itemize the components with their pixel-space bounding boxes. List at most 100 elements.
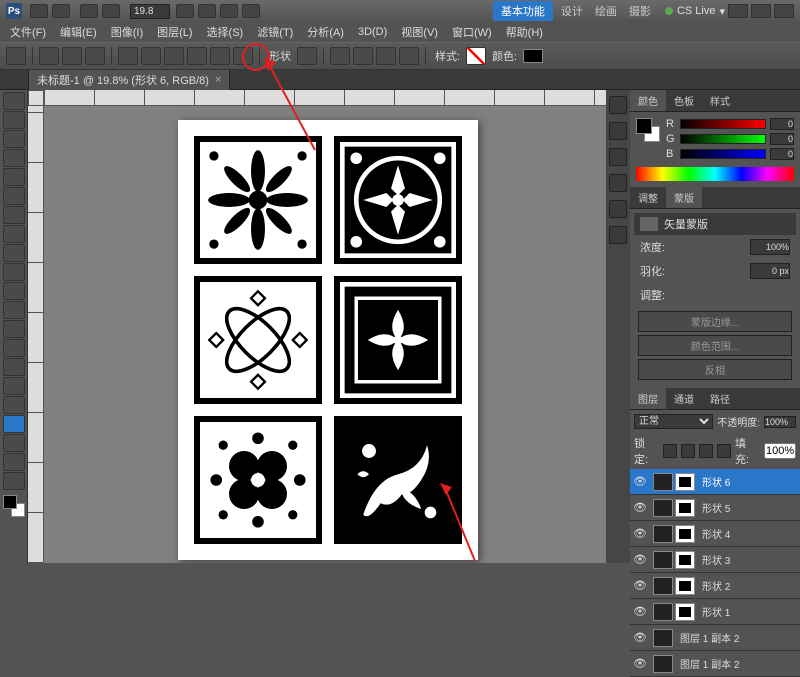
menu-image[interactable]: 图像(I) xyxy=(105,22,149,42)
polygon-icon[interactable] xyxy=(187,47,207,65)
feather-input[interactable] xyxy=(750,263,790,279)
shape-picker[interactable] xyxy=(297,47,317,65)
hand-tool[interactable] xyxy=(3,453,25,471)
rotate-icon[interactable] xyxy=(198,4,216,18)
fill-input[interactable] xyxy=(764,443,796,459)
tool-preset-icon[interactable] xyxy=(6,47,26,65)
visibility-icon[interactable]: 👁 xyxy=(630,501,650,514)
rect-icon[interactable] xyxy=(118,47,138,65)
lock-all-icon[interactable] xyxy=(717,444,731,458)
visibility-icon[interactable]: 👁 xyxy=(630,657,650,670)
layer-thumb[interactable] xyxy=(653,629,673,647)
menu-view[interactable]: 视图(V) xyxy=(395,22,444,42)
combine-add-icon[interactable] xyxy=(330,47,350,65)
marquee-tool[interactable] xyxy=(3,111,25,129)
color-range-button[interactable]: 颜色范围... xyxy=(638,335,792,356)
menu-help[interactable]: 帮助(H) xyxy=(500,22,549,42)
layer-row[interactable]: 👁图层 1 副本 2 xyxy=(630,651,800,677)
fill-pixels-icon[interactable] xyxy=(85,47,105,65)
blur-tool[interactable] xyxy=(3,320,25,338)
mask-tab[interactable]: 蒙版 xyxy=(666,187,702,208)
styles-tab[interactable]: 样式 xyxy=(702,90,738,111)
combine-exclude-icon[interactable] xyxy=(399,47,419,65)
spectrum-bar[interactable] xyxy=(636,167,794,181)
shape-tool[interactable] xyxy=(3,415,25,433)
workspace-tab[interactable]: 摄影 xyxy=(623,1,657,21)
mask-edge-button[interactable]: 蒙版边缘... xyxy=(638,311,792,332)
brush-tool[interactable] xyxy=(3,225,25,243)
lasso-tool[interactable] xyxy=(3,130,25,148)
layer-row[interactable]: 👁形状 6 xyxy=(630,469,800,495)
style-picker[interactable] xyxy=(466,47,486,65)
menu-layer[interactable]: 图层(L) xyxy=(151,22,198,42)
layer-thumb[interactable] xyxy=(653,577,673,595)
minimize-button[interactable] xyxy=(728,4,748,18)
color-panel-swatches[interactable] xyxy=(636,118,660,142)
arrange-icon[interactable] xyxy=(220,4,238,18)
combine-intersect-icon[interactable] xyxy=(376,47,396,65)
adjust-tab[interactable]: 调整 xyxy=(630,187,666,208)
history-brush-tool[interactable] xyxy=(3,263,25,281)
r-input[interactable] xyxy=(770,118,794,130)
visibility-icon[interactable]: 👁 xyxy=(630,475,650,488)
line-icon[interactable] xyxy=(210,47,230,65)
menu-file[interactable]: 文件(F) xyxy=(4,22,52,42)
shape-layers-icon[interactable] xyxy=(39,47,59,65)
visibility-icon[interactable]: 👁 xyxy=(630,605,650,618)
blend-mode-select[interactable]: 正常 xyxy=(634,414,713,429)
actions-panel-icon[interactable] xyxy=(609,122,627,140)
lock-pos-icon[interactable] xyxy=(699,444,713,458)
3d-tool[interactable] xyxy=(3,434,25,452)
heal-tool[interactable] xyxy=(3,206,25,224)
r-slider[interactable] xyxy=(680,119,766,129)
close-button[interactable] xyxy=(774,4,794,18)
g-input[interactable] xyxy=(770,133,794,145)
invert-button[interactable]: 反相 xyxy=(638,359,792,380)
layer-row[interactable]: 👁形状 4 xyxy=(630,521,800,547)
fg-color[interactable] xyxy=(3,495,17,509)
clone-panel-icon[interactable] xyxy=(609,174,627,192)
workspace-tab[interactable]: 绘画 xyxy=(589,1,623,21)
document-tab[interactable]: 未标题-1 @ 19.8% (形状 6, RGB/8) × xyxy=(28,69,230,90)
eyedropper-tool[interactable] xyxy=(3,187,25,205)
layer-thumb[interactable] xyxy=(653,473,673,491)
workspace-active[interactable]: 基本功能 xyxy=(493,1,553,21)
layer-thumb[interactable] xyxy=(653,499,673,517)
history-panel-icon[interactable] xyxy=(609,96,627,114)
menu-filter[interactable]: 滤镜(T) xyxy=(251,22,299,42)
stamp-tool[interactable] xyxy=(3,244,25,262)
layer-row[interactable]: 👁形状 1 xyxy=(630,599,800,625)
type-tool[interactable] xyxy=(3,377,25,395)
screen-icon[interactable] xyxy=(242,4,260,18)
document-canvas[interactable] xyxy=(178,120,478,560)
color-tab[interactable]: 颜色 xyxy=(630,90,666,111)
layers-list[interactable]: 👁形状 6👁形状 5👁形状 4👁形状 3👁形状 2👁形状 1👁图层 1 副本 2… xyxy=(630,469,800,677)
zoom-tool[interactable] xyxy=(3,472,25,490)
canvas-area[interactable] xyxy=(28,90,630,563)
layer-mask-thumb[interactable] xyxy=(675,525,695,543)
menu-edit[interactable]: 编辑(E) xyxy=(54,22,103,42)
bridge-icon[interactable] xyxy=(30,4,48,18)
paths-icon[interactable] xyxy=(62,47,82,65)
menu-analysis[interactable]: 分析(A) xyxy=(301,22,350,42)
maximize-button[interactable] xyxy=(751,4,771,18)
para-panel-icon[interactable] xyxy=(609,226,627,244)
layers-tab[interactable]: 图层 xyxy=(630,388,666,409)
layer-row[interactable]: 👁形状 3 xyxy=(630,547,800,573)
color-swatches[interactable] xyxy=(3,495,25,517)
crop-tool[interactable] xyxy=(3,168,25,186)
layer-thumb[interactable] xyxy=(653,655,673,673)
visibility-icon[interactable]: 👁 xyxy=(630,553,650,566)
minibridge-icon[interactable] xyxy=(52,4,70,18)
swatches-tab[interactable]: 色板 xyxy=(666,90,702,111)
extras-icon[interactable] xyxy=(80,4,98,18)
dodge-tool[interactable] xyxy=(3,339,25,357)
hand-icon[interactable] xyxy=(176,4,194,18)
move-tool[interactable] xyxy=(3,92,25,110)
gradient-tool[interactable] xyxy=(3,301,25,319)
eraser-tool[interactable] xyxy=(3,282,25,300)
brushes-panel-icon[interactable] xyxy=(609,148,627,166)
channels-tab[interactable]: 通道 xyxy=(666,388,702,409)
layer-mask-thumb[interactable] xyxy=(675,473,695,491)
pen-tool[interactable] xyxy=(3,358,25,376)
